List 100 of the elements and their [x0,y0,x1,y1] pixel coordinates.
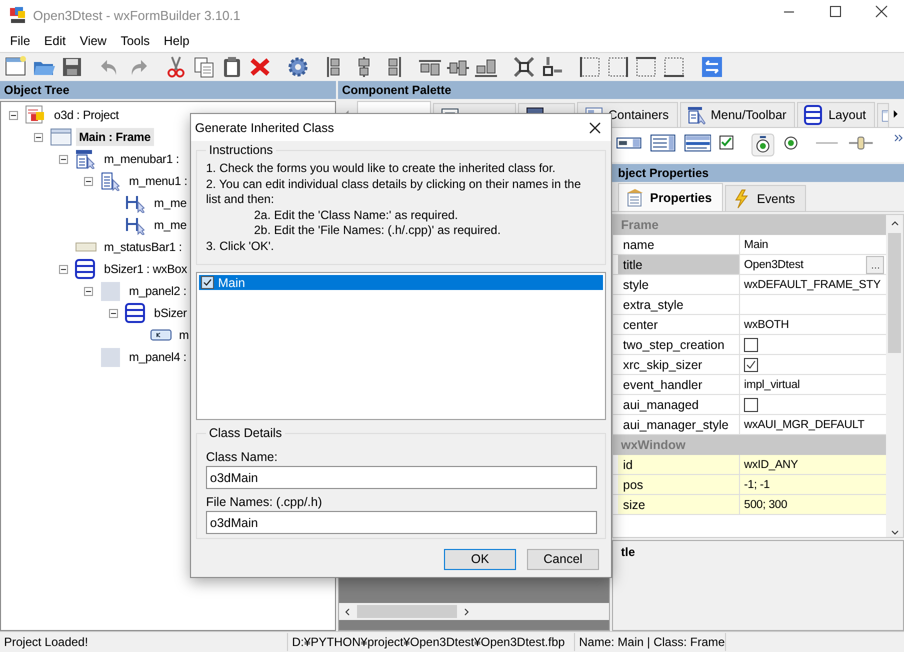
tree-item[interactable]: bSizer1 : wxBox [101,260,190,278]
instruction-text: 3. Click 'OK'. [206,238,275,254]
input-field[interactable]: o3dMain [206,466,597,489]
menu-item[interactable]: Edit [38,34,74,48]
property-value[interactable]: Main [744,238,886,250]
property-value[interactable]: wxBOTH [744,318,886,330]
menu-item[interactable]: Help [158,34,198,48]
scrollbar-thumb[interactable] [888,233,901,353]
property-name[interactable]: name [618,235,740,254]
property-value[interactable]: wxDEFAULT_FRAME_STY [744,278,886,290]
property-name[interactable]: event_handler [618,375,740,394]
instruction-text: 2b. Edit the 'File Names: (.h/.cpp)' as required. [253,223,502,238]
menu-item[interactable]: File [4,34,38,48]
property-name[interactable]: pos [618,475,740,494]
property-name[interactable]: title [618,255,740,274]
dialog-button[interactable]: OK [444,548,516,570]
instruction-text: 1. Check the forms you would like to create the inherited class for. [206,161,557,176]
menu-item[interactable]: View [74,34,115,48]
checkbox[interactable] [744,398,758,412]
checkbox[interactable] [744,338,758,352]
collapse-icon[interactable] [59,264,68,274]
border-bottom-icon[interactable] [662,55,686,79]
collapse-icon[interactable] [84,286,93,296]
panel-node-icon [100,347,122,367]
property-name[interactable]: aui_managed [618,395,740,414]
radio-button-icon[interactable] [751,133,775,157]
project-node-icon [25,105,47,125]
border-right-icon[interactable] [606,55,630,79]
property-name[interactable]: size [618,495,740,514]
property-name[interactable]: id [618,455,740,474]
instruction-text: 2. You can edit individual class details by clicking on their names in the list and then: [206,176,582,208]
properties-tab[interactable]: Events [724,185,806,211]
property-value[interactable]: impl_virtual [744,378,886,390]
copy-icon[interactable] [192,55,216,79]
panel-header: Object Tree [0,81,336,99]
property-name[interactable]: aui_manager_style [618,415,740,434]
field-label: File Names: (.cpp/.h) [206,495,324,509]
panel-header: Component Palette [338,81,904,99]
collapse-icon[interactable] [59,154,68,164]
border-left-icon[interactable] [578,55,602,79]
close-icon[interactable] [587,120,603,136]
tree-item[interactable]: m [176,326,192,344]
property-name[interactable]: xrc_skip_sizer [618,355,740,374]
category-label: Frame [620,218,659,232]
group-label: Instructions [208,143,274,157]
layout-tab-icon [804,105,824,125]
palette-tab[interactable] [877,103,889,127]
tree-item[interactable]: bSizer [151,304,190,322]
dialog-button[interactable]: Cancel [527,548,599,570]
property-name[interactable]: two_step_creation [618,335,740,354]
frame-node-icon [50,127,72,147]
tree-item[interactable]: m_panel2 : [126,282,190,300]
sizer-node-icon [75,259,97,279]
menu-tab-icon [686,105,707,125]
sizer-node-icon [125,303,147,323]
stretch-icon[interactable] [540,55,564,79]
tree-item[interactable]: m_menu1 : [126,172,190,190]
tree-item[interactable]: m_menubar1 : [101,150,182,168]
tree-item[interactable]: m_me [151,216,190,234]
instruction-text: 2a. Edit the 'Class Name:' as required. [253,208,460,223]
panel-node-icon [100,281,122,301]
checkbox[interactable] [201,276,214,289]
collapse-icon[interactable] [84,176,93,186]
panel-header: bject Properties [612,164,904,182]
menu-node-icon [100,171,122,191]
more-icon[interactable] [894,134,904,142]
collapse-icon[interactable] [109,308,118,318]
swap-icon[interactable] [700,55,724,79]
palette-tab[interactable]: Layout [797,102,875,127]
category-label: wxWindow [620,438,686,452]
save-icon[interactable] [60,55,84,79]
expand-icon[interactable] [512,55,536,79]
property-name[interactable]: style [618,275,740,294]
scrollbar-thumb[interactable] [357,605,457,618]
tree-item[interactable]: m_statusBar1 : [101,238,185,256]
property-name[interactable]: center [618,315,740,334]
list-item[interactable]: Main [199,275,603,290]
scrollbar[interactable] [886,215,903,537]
field-label: Class Name: [206,450,279,464]
tree-item[interactable]: o3d : Project [51,106,122,124]
tree-item[interactable]: m_me [151,194,190,212]
description-title: tle [621,545,636,559]
status-text: D:¥PYTHON¥project¥Open3Dtest¥Open3Dtest.fbp [288,633,575,651]
checkbox[interactable] [744,358,758,372]
menu-item[interactable]: Tools [114,34,158,48]
palette-tab[interactable]: Menu/Toolbar [680,102,796,127]
gear-icon[interactable] [286,55,310,79]
property-name[interactable]: extra_style [618,295,740,314]
tree-item[interactable]: m_panel4 : [126,348,190,366]
property-value[interactable]: wxAUI_MGR_DEFAULT [744,418,886,430]
status-text: Project Loaded! [0,633,288,651]
scrollbar[interactable] [339,603,609,620]
collapse-icon[interactable] [34,132,43,142]
tree-item[interactable]: Main : Frame [76,128,154,146]
border-top-icon[interactable] [634,55,658,79]
properties-tab[interactable]: Properties [618,183,723,211]
app-logo-icon [9,6,27,24]
input-field[interactable]: o3dMain [206,511,597,534]
collapse-icon[interactable] [9,110,18,120]
property-value[interactable]: Open3Dtest [744,258,866,270]
